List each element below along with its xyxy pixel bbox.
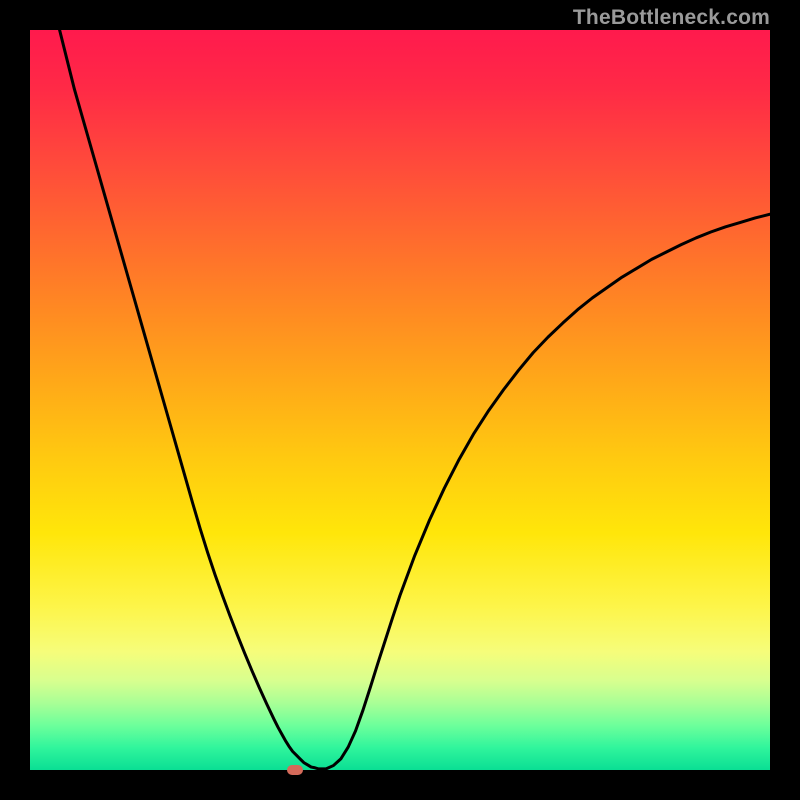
bottleneck-curve bbox=[30, 30, 770, 770]
chart-frame: TheBottleneck.com bbox=[0, 0, 800, 800]
watermark-text: TheBottleneck.com bbox=[573, 6, 770, 30]
plot-area bbox=[30, 30, 770, 770]
optimum-marker bbox=[287, 765, 303, 775]
